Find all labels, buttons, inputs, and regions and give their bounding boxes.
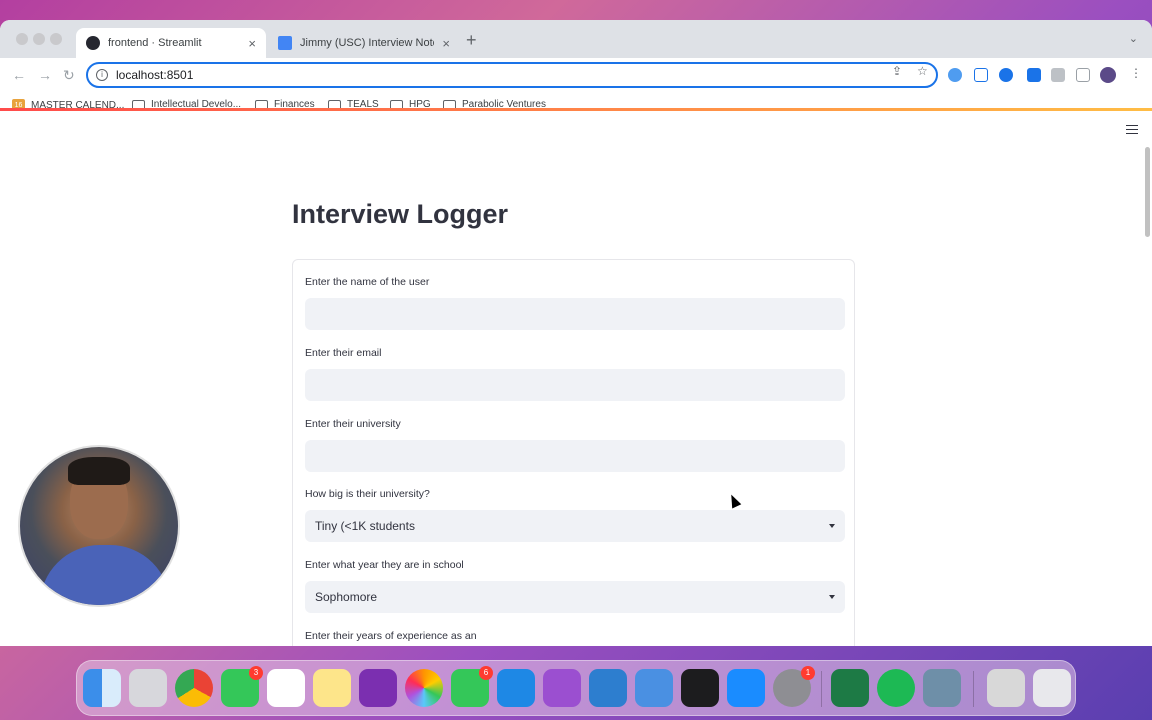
side-panel-icon[interactable] bbox=[1076, 68, 1090, 82]
messages-icon[interactable]: 3 bbox=[221, 666, 263, 707]
address-bar[interactable]: i localhost:8501 bbox=[86, 62, 938, 88]
streamlit-app: Interview Logger Enter the name of the u… bbox=[0, 111, 1152, 646]
dock-divider bbox=[821, 671, 822, 707]
finder-icon[interactable] bbox=[83, 669, 121, 707]
address-url: localhost:8501 bbox=[116, 68, 194, 82]
photos-icon[interactable] bbox=[405, 669, 443, 707]
screen-record-icon[interactable] bbox=[974, 68, 988, 82]
reload-icon[interactable]: ↻ bbox=[63, 67, 75, 84]
share-icon[interactable]: ⇪ bbox=[892, 64, 902, 78]
dock-divider bbox=[973, 671, 974, 707]
preferences-badge: 1 bbox=[801, 666, 815, 680]
facetime-badge: 6 bbox=[479, 666, 493, 680]
close-window-button[interactable] bbox=[16, 33, 28, 45]
tab-interview-notes[interactable]: Jimmy (USC) Interview Notes × bbox=[268, 28, 460, 58]
spotify-icon[interactable] bbox=[877, 669, 915, 707]
browser-toolbar: ← → ↻ i localhost:8501 ⇪ ☆ ⋮ bbox=[0, 58, 1152, 94]
profile-avatar[interactable] bbox=[1100, 67, 1116, 83]
messages-badge: 3 bbox=[249, 666, 263, 680]
back-arrow-icon[interactable]: ← bbox=[12, 67, 26, 83]
new-tab-button[interactable]: + bbox=[466, 30, 477, 51]
minimize-window-button[interactable] bbox=[33, 33, 45, 45]
university-input[interactable] bbox=[305, 440, 845, 472]
onedrive-icon[interactable] bbox=[497, 669, 535, 707]
more-menu-icon[interactable]: ⋮ bbox=[1130, 66, 1142, 80]
xcode-icon[interactable] bbox=[635, 669, 673, 707]
excel-icon[interactable] bbox=[831, 669, 869, 707]
app-store-icon[interactable] bbox=[727, 669, 765, 707]
pen-extension-icon[interactable] bbox=[1027, 68, 1041, 82]
scrollbar[interactable] bbox=[1145, 147, 1150, 237]
tab-bar: frontend · Streamlit × Jimmy (USC) Inter… bbox=[0, 20, 1152, 58]
close-tab-icon[interactable]: × bbox=[248, 36, 256, 51]
preview-icon[interactable] bbox=[923, 669, 961, 707]
interview-form: Enter the name of the user Enter their e… bbox=[292, 259, 855, 646]
trash-icon[interactable] bbox=[1033, 669, 1071, 707]
streamlit-favicon-icon bbox=[86, 36, 100, 50]
email-label: Enter their email bbox=[305, 347, 382, 359]
tab-title: Jimmy (USC) Interview Notes bbox=[300, 37, 435, 49]
zoom-window-button[interactable] bbox=[50, 33, 62, 45]
slack-icon[interactable] bbox=[267, 669, 305, 707]
close-tab-icon[interactable]: × bbox=[442, 36, 450, 51]
experience-label: Enter their years of experience as an bbox=[305, 630, 477, 642]
system-preferences-icon[interactable]: 1 bbox=[773, 666, 815, 707]
bookmark-star-icon[interactable]: ☆ bbox=[917, 64, 928, 78]
terminal-icon[interactable] bbox=[681, 669, 719, 707]
downloads-stack-icon[interactable] bbox=[987, 669, 1025, 707]
podcasts-icon[interactable] bbox=[543, 669, 581, 707]
notes-icon[interactable] bbox=[313, 669, 351, 707]
university-size-value: Tiny (<1K students bbox=[315, 519, 415, 533]
caret-down-icon bbox=[829, 595, 835, 599]
name-input[interactable] bbox=[305, 298, 845, 330]
page-title: Interview Logger bbox=[292, 199, 509, 229]
onenote-icon[interactable] bbox=[359, 669, 397, 707]
caret-down-icon bbox=[829, 524, 835, 528]
vscode-icon[interactable] bbox=[589, 669, 627, 707]
tab-title: frontend · Streamlit bbox=[108, 37, 202, 49]
site-info-icon[interactable]: i bbox=[96, 69, 108, 81]
school-year-label: Enter what year they are in school bbox=[305, 559, 464, 571]
name-label: Enter the name of the user bbox=[305, 276, 430, 288]
forward-arrow-icon[interactable]: → bbox=[38, 67, 52, 83]
docs-favicon-icon bbox=[278, 36, 292, 50]
macos-dock: 3 6 1 bbox=[76, 660, 1076, 716]
hamburger-menu-icon[interactable] bbox=[1126, 125, 1138, 134]
puzzle-extensions-icon[interactable] bbox=[1051, 68, 1065, 82]
tab-streamlit[interactable]: frontend · Streamlit × bbox=[76, 28, 266, 58]
extension-icon[interactable] bbox=[948, 68, 962, 82]
school-year-select[interactable]: Sophomore bbox=[305, 581, 845, 613]
university-label: Enter their university bbox=[305, 418, 401, 430]
extension-icon[interactable] bbox=[999, 68, 1013, 82]
university-size-label: How big is their university? bbox=[305, 488, 430, 500]
webcam-overlay bbox=[18, 445, 180, 607]
chevron-down-icon[interactable]: ⌄ bbox=[1129, 32, 1138, 45]
school-year-value: Sophomore bbox=[315, 590, 378, 604]
facetime-icon[interactable]: 6 bbox=[451, 666, 493, 707]
chrome-icon[interactable] bbox=[175, 669, 213, 707]
email-input[interactable] bbox=[305, 369, 845, 401]
university-size-select[interactable]: Tiny (<1K students bbox=[305, 510, 845, 542]
launchpad-icon[interactable] bbox=[129, 669, 167, 707]
